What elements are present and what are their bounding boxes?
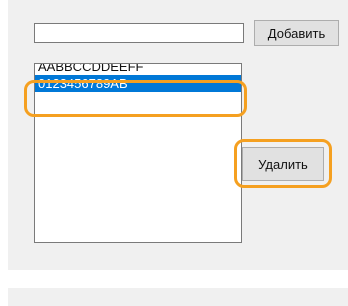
delete-button[interactable]: Удалить: [242, 147, 324, 181]
add-button[interactable]: Добавить: [254, 20, 339, 46]
bottom-panel-strip: [8, 288, 348, 306]
address-listbox[interactable]: AABBCCDDEEFF 0123456789AB: [34, 63, 242, 243]
address-input[interactable]: [34, 23, 244, 43]
list-item-selected[interactable]: 0123456789AB: [35, 75, 241, 92]
list-item[interactable]: AABBCCDDEEFF: [35, 64, 241, 75]
